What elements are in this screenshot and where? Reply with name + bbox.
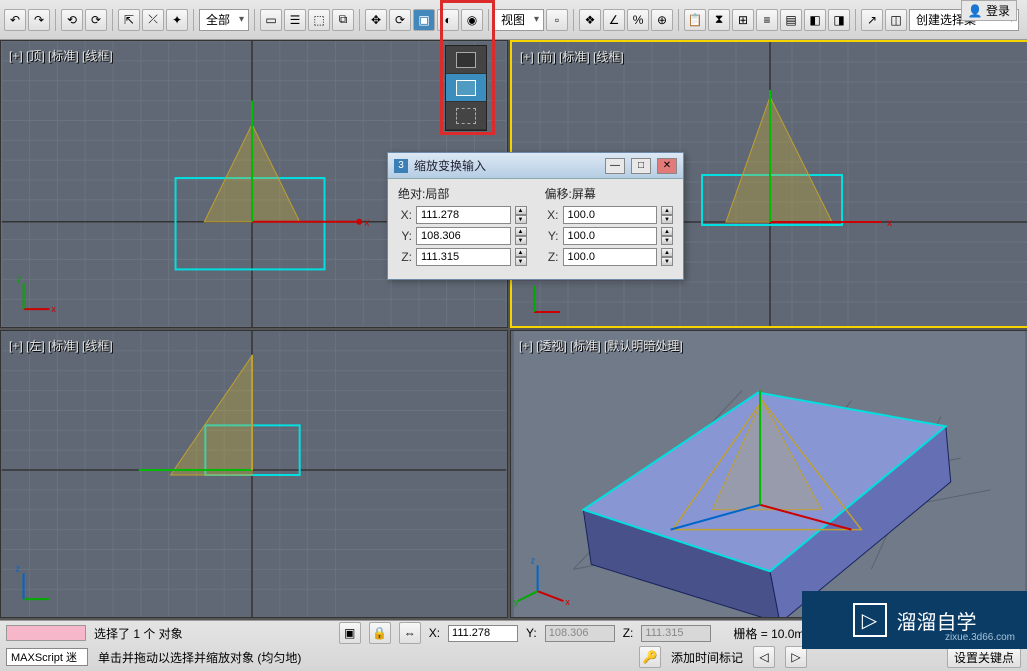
viewport-perspective[interactable]: x y z [+] [透视] [标准] [默认明暗处理] [510,330,1027,618]
scale-transform-dialog: 3 缩放变换输入 — □ ✕ 绝对:局部 X: 111.278 ▲▼ Y: 10… [387,152,684,280]
manipulate-button[interactable]: ◉ [461,9,483,31]
maximize-button[interactable]: □ [631,158,651,174]
align-button[interactable]: ≡ [756,9,778,31]
watermark-banner: ▷ 溜溜自学 zixue.3d66.com [802,591,1027,649]
array-button[interactable]: ⊞ [732,9,754,31]
off-y-input[interactable]: 100.0 [563,227,658,245]
spinner-snap-button[interactable]: ⊕ [651,9,673,31]
scale-button[interactable]: ▣ [413,9,435,31]
maxscript-input[interactable]: MAXScript 迷 [6,648,88,666]
svg-text:x: x [887,218,892,229]
placement-button[interactable]: ◐ [437,9,459,31]
coord-x-label: X: [429,626,440,640]
undo-button[interactable]: ↶ [4,9,26,31]
link-button[interactable]: ⇱ [118,9,140,31]
absolute-local-label: 绝对:局部 [398,185,527,202]
rotate-button[interactable]: ⟳ [389,9,411,31]
percent-snap-button[interactable]: % [627,9,649,31]
abs-y-input[interactable]: 108.306 [416,227,511,245]
hold-button[interactable]: ⟲ [61,9,83,31]
app-icon: 3 [394,159,408,173]
abs-x-spinner[interactable]: ▲▼ [515,206,527,224]
dialog-title: 缩放变换输入 [414,157,599,174]
snap-button[interactable]: ❖ [579,9,601,31]
svg-text:y: y [17,273,22,283]
set-key-button[interactable]: 设置关键点 [947,646,1021,668]
watermark-text: 溜溜自学 [897,606,977,635]
time-tag-icon[interactable]: 🔑 [639,646,661,668]
abs-z-input[interactable]: 111.315 [416,248,511,266]
bind-button[interactable]: ✦ [166,9,188,31]
lock-icon[interactable]: 🔒 [369,622,391,644]
flyout-nonuniform-scale[interactable] [446,74,486,102]
named-sel-button[interactable]: 📋 [684,9,706,31]
filter-dropdown[interactable]: 全部 [199,9,249,31]
off-z-input[interactable]: 100.0 [563,248,658,266]
viewport-left-label: [+] [左] [标准] [线框] [9,337,113,354]
scene-explorer-button[interactable]: ◧ [804,9,826,31]
schematic-button[interactable]: ◫ [885,9,907,31]
watermark-url: zixue.3d66.com [945,632,1015,643]
coord-y-label: Y: [526,626,537,640]
add-time-tag-label[interactable]: 添加时间标记 [671,649,743,666]
close-button[interactable]: ✕ [657,158,677,174]
angle-snap-button[interactable]: ∠ [603,9,625,31]
prompt-hint: 单击并拖动以选择并缩放对象 (均匀地) [98,649,301,666]
offset-screen-label: 偏移:屏幕 [545,185,674,202]
view-dropdown[interactable]: 视图 [494,9,544,31]
svg-text:x: x [364,218,369,229]
mirror-button[interactable]: ⧗ [708,9,730,31]
svg-text:z: z [16,563,21,573]
region-select-button[interactable]: ⬚ [308,9,330,31]
layer-button[interactable]: ▤ [780,9,802,31]
minimize-button[interactable]: — [605,158,625,174]
abs-transform-button[interactable]: ⇔ [399,622,421,644]
off-y-spinner[interactable]: ▲▼ [661,227,673,245]
viewport-persp-label: [+] [透视] [标准] [默认明暗处理] [519,337,683,354]
toggle-ribbon-button[interactable]: ◨ [828,9,850,31]
flyout-squash-scale[interactable] [446,102,486,130]
svg-text:y: y [514,597,519,607]
off-x-spinner[interactable]: ▲▼ [661,206,673,224]
time-next-button[interactable]: ▷ [785,646,807,668]
unlink-button[interactable]: ⤫ [142,9,164,31]
select-name-button[interactable]: ☰ [284,9,306,31]
play-icon: ▷ [853,603,887,637]
select-button[interactable]: ▭ [260,9,282,31]
viewport-container: x x y [+] [顶] [标准] [线框] x [0,40,1027,620]
dialog-titlebar[interactable]: 3 缩放变换输入 — □ ✕ [388,153,683,179]
move-button[interactable]: ✥ [365,9,387,31]
object-color-swatch[interactable] [6,625,86,641]
abs-z-spinner[interactable]: ▲▼ [515,248,527,266]
coord-z-field[interactable]: 111.315 [641,625,711,642]
scale-flyout [445,45,487,131]
curve-editor-button[interactable]: ↗ [861,9,883,31]
redo-button[interactable]: ↷ [28,9,50,31]
abs-y-spinner[interactable]: ▲▼ [515,227,527,245]
viewport-left[interactable]: z [+] [左] [标准] [线框] [0,330,508,618]
lock-selection-button[interactable]: ▣ [339,622,361,644]
coord-y-field[interactable]: 108.306 [545,625,615,642]
fetch-button[interactable]: ⟳ [85,9,107,31]
off-z-spinner[interactable]: ▲▼ [661,248,673,266]
viewport-top-label: [+] [顶] [标准] [线框] [9,47,113,64]
coord-center-button[interactable]: ▫ [546,9,568,31]
main-toolbar: ↶ ↷ ⟲ ⟳ ⇱ ⤫ ✦ 全部 ▭ ☰ ⬚ ⧉ ✥ ⟳ ▣ ◐ ◉ 视图 ▫ … [0,0,1027,40]
selection-count-label: 选择了 1 个 对象 [94,625,183,642]
flyout-uniform-scale[interactable] [446,46,486,74]
coord-z-label: Z: [623,626,634,640]
coord-x-field[interactable]: 111.278 [448,625,518,642]
svg-text:x: x [565,597,570,607]
abs-x-input[interactable]: 111.278 [416,206,511,224]
svg-text:z: z [531,555,536,565]
viewport-front-label: [+] [前] [标准] [线框] [520,48,624,65]
login-link[interactable]: 👤 登录 [961,0,1017,21]
off-x-input[interactable]: 100.0 [563,206,658,224]
time-prev-button[interactable]: ◁ [753,646,775,668]
window-crossing-button[interactable]: ⧉ [332,9,354,31]
svg-text:x: x [51,304,56,314]
